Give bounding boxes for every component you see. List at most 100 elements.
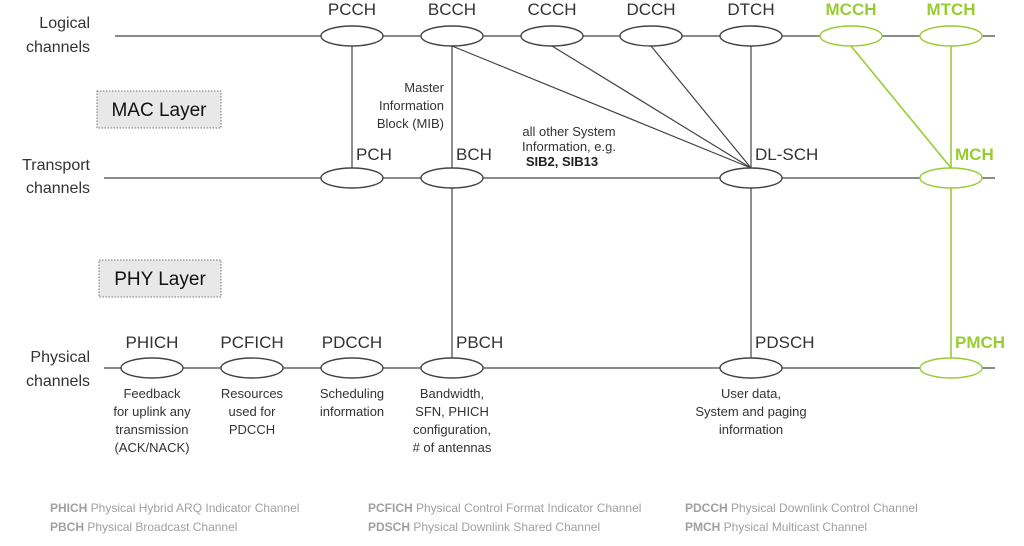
- row-label-transport: Transport channels: [22, 157, 90, 197]
- channel-phich: PHICH Feedback for uplink any transmission (…: [113, 333, 191, 455]
- channel-name: PCH: [356, 145, 392, 164]
- layer-box-mac: MAC Layer: [96, 90, 222, 129]
- mib-note-line: Master: [404, 80, 444, 95]
- lte-downlink-channel-mapping-diagram: LogicalchannelsTransportchannelsPhysical…: [22, 0, 1005, 534]
- channel-name: DTCH: [727, 0, 774, 19]
- channel-ellipse: [619, 25, 683, 47]
- channel-pcfich: PCFICH Resources used for PDCCH: [220, 333, 284, 437]
- sib-note: all other SystemInformation, e.g.SIB2, S…: [522, 124, 616, 169]
- row-label-line: Physical: [30, 349, 90, 366]
- channel-description-line: information: [320, 404, 384, 419]
- channel-name: DL-SCH: [755, 145, 818, 164]
- legend-abbr: PMCH: [685, 520, 720, 534]
- legend-abbr: PBCH: [50, 520, 84, 534]
- channel-ellipse: [719, 357, 783, 379]
- channel-description-line: (ACK/NACK): [114, 440, 189, 455]
- legend-item-pdsch: PDSCH Physical Downlink Shared Channel: [368, 520, 600, 534]
- row-label-line: Transport: [22, 157, 90, 174]
- legend-abbr: PHICH: [50, 501, 87, 515]
- channel-name: BCCH: [428, 0, 476, 19]
- channel-ellipse: [919, 167, 983, 189]
- layer-box-label: PHY Layer: [114, 269, 206, 290]
- row-label-logical: Logical channels: [26, 15, 90, 56]
- legend-text: PDSCH Physical Downlink Shared Channel: [368, 520, 600, 534]
- legend-abbr: PDSCH: [368, 520, 410, 534]
- channel-pcch: PCCH: [320, 0, 384, 47]
- channel-description-line: configuration,: [413, 422, 491, 437]
- channel-ellipse: [320, 25, 384, 47]
- channel-ellipse: [420, 167, 484, 189]
- channel-dtch: DTCH: [719, 0, 783, 47]
- legend-full-name: Physical Control Format Indicator Channe…: [413, 501, 642, 515]
- channel-name: BCH: [456, 145, 492, 164]
- channel-pmch: PMCH: [919, 333, 1005, 379]
- channel-ellipse: [919, 25, 983, 47]
- mib-note-line: Block (MIB): [377, 116, 444, 131]
- mib-note: Master Information Block (MIB): [377, 80, 445, 131]
- sib-note-line: Information, e.g.: [522, 139, 616, 154]
- channel-name: CCCH: [527, 0, 576, 19]
- channel-pdsch: PDSCH User data, System and paging informat…: [695, 333, 814, 437]
- legend-text: PCFICH Physical Control Format Indicator…: [368, 501, 641, 515]
- channel-description-line: information: [719, 422, 783, 437]
- channel-dlsch: DL-SCH: [719, 145, 818, 189]
- channel-bcch: BCCH: [420, 0, 484, 47]
- row-label-line: channels: [26, 373, 90, 390]
- channel-ellipse: [520, 25, 584, 47]
- mib-note-line: Information: [379, 98, 444, 113]
- channel-ellipse: [819, 25, 883, 47]
- legend-text: PBCH Physical Broadcast Channel: [50, 520, 237, 534]
- channel-mch: MCH: [919, 145, 994, 189]
- layer-box-label: MAC Layer: [111, 100, 207, 121]
- channel-description-line: Scheduling: [320, 386, 384, 401]
- channel-name: PDCCH: [322, 333, 382, 352]
- legend-full-name: Physical Downlink Shared Channel: [410, 520, 600, 534]
- channel-name: MCCH: [826, 0, 877, 19]
- channel-description-line: Resources: [221, 386, 284, 401]
- channel-description-line: # of antennas: [413, 440, 492, 455]
- channel-name: PCFICH: [220, 333, 283, 352]
- channel-name: PDSCH: [755, 333, 815, 352]
- channel-mtch: MTCH: [919, 0, 983, 47]
- channel-description-line: User data,: [721, 386, 781, 401]
- layer-box-phy: PHY Layer: [98, 259, 222, 298]
- legend-item-pdcch: PDCCH Physical Downlink Control Channel: [685, 501, 918, 515]
- channel-ellipse: [220, 357, 284, 379]
- channel-name: DCCH: [626, 0, 675, 19]
- legend-full-name: Physical Multicast Channel: [720, 520, 867, 534]
- channel-ellipse: [420, 357, 484, 379]
- channel-name: PHICH: [126, 333, 179, 352]
- channel-ellipse: [320, 167, 384, 189]
- channel-name: PCCH: [328, 0, 376, 19]
- legend-item-pmch: PMCH Physical Multicast Channel: [685, 520, 867, 534]
- mapping-line-mcch-mch: [850, 45, 952, 169]
- legend-text: PHICH Physical Hybrid ARQ Indicator Chan…: [50, 501, 299, 515]
- channel-description-line: for uplink any: [113, 404, 191, 419]
- channel-ellipse: [320, 357, 384, 379]
- channel-description-line: Bandwidth,: [420, 386, 484, 401]
- channel-ellipse: [120, 357, 184, 379]
- legend-abbr: PDCCH: [685, 501, 728, 515]
- channel-name: PMCH: [955, 333, 1005, 352]
- channel-description-line: Feedback: [123, 386, 181, 401]
- row-label-line: channels: [26, 180, 90, 197]
- row-label-line: Logical: [39, 15, 90, 32]
- channel-dcch: DCCH: [619, 0, 683, 47]
- legend-text: PDCCH Physical Downlink Control Channel: [685, 501, 918, 515]
- channel-mcch: MCCH: [819, 0, 883, 47]
- channel-name: PBCH: [456, 333, 503, 352]
- channel-name: MCH: [955, 145, 994, 164]
- channel-ellipse: [919, 357, 983, 379]
- channel-pbch: PBCH Bandwidth, SFN, PHICH configuration, # …: [413, 333, 504, 455]
- channel-pch: PCH: [320, 145, 392, 189]
- sib-note-line: all other System: [522, 124, 615, 139]
- row-label-physical: Physical channels: [26, 349, 90, 390]
- channel-description-line: transmission: [116, 422, 189, 437]
- channel-ellipse: [719, 167, 783, 189]
- sib-note-bold: SIB2, SIB13: [526, 154, 598, 169]
- channel-description-line: System and paging: [695, 404, 806, 419]
- channel-ellipse: [719, 25, 783, 47]
- legend-full-name: Physical Broadcast Channel: [84, 520, 237, 534]
- channel-pdcch: PDCCH Scheduling information: [320, 333, 384, 419]
- legend-item-pcfich: PCFICH Physical Control Format Indicator…: [368, 501, 641, 515]
